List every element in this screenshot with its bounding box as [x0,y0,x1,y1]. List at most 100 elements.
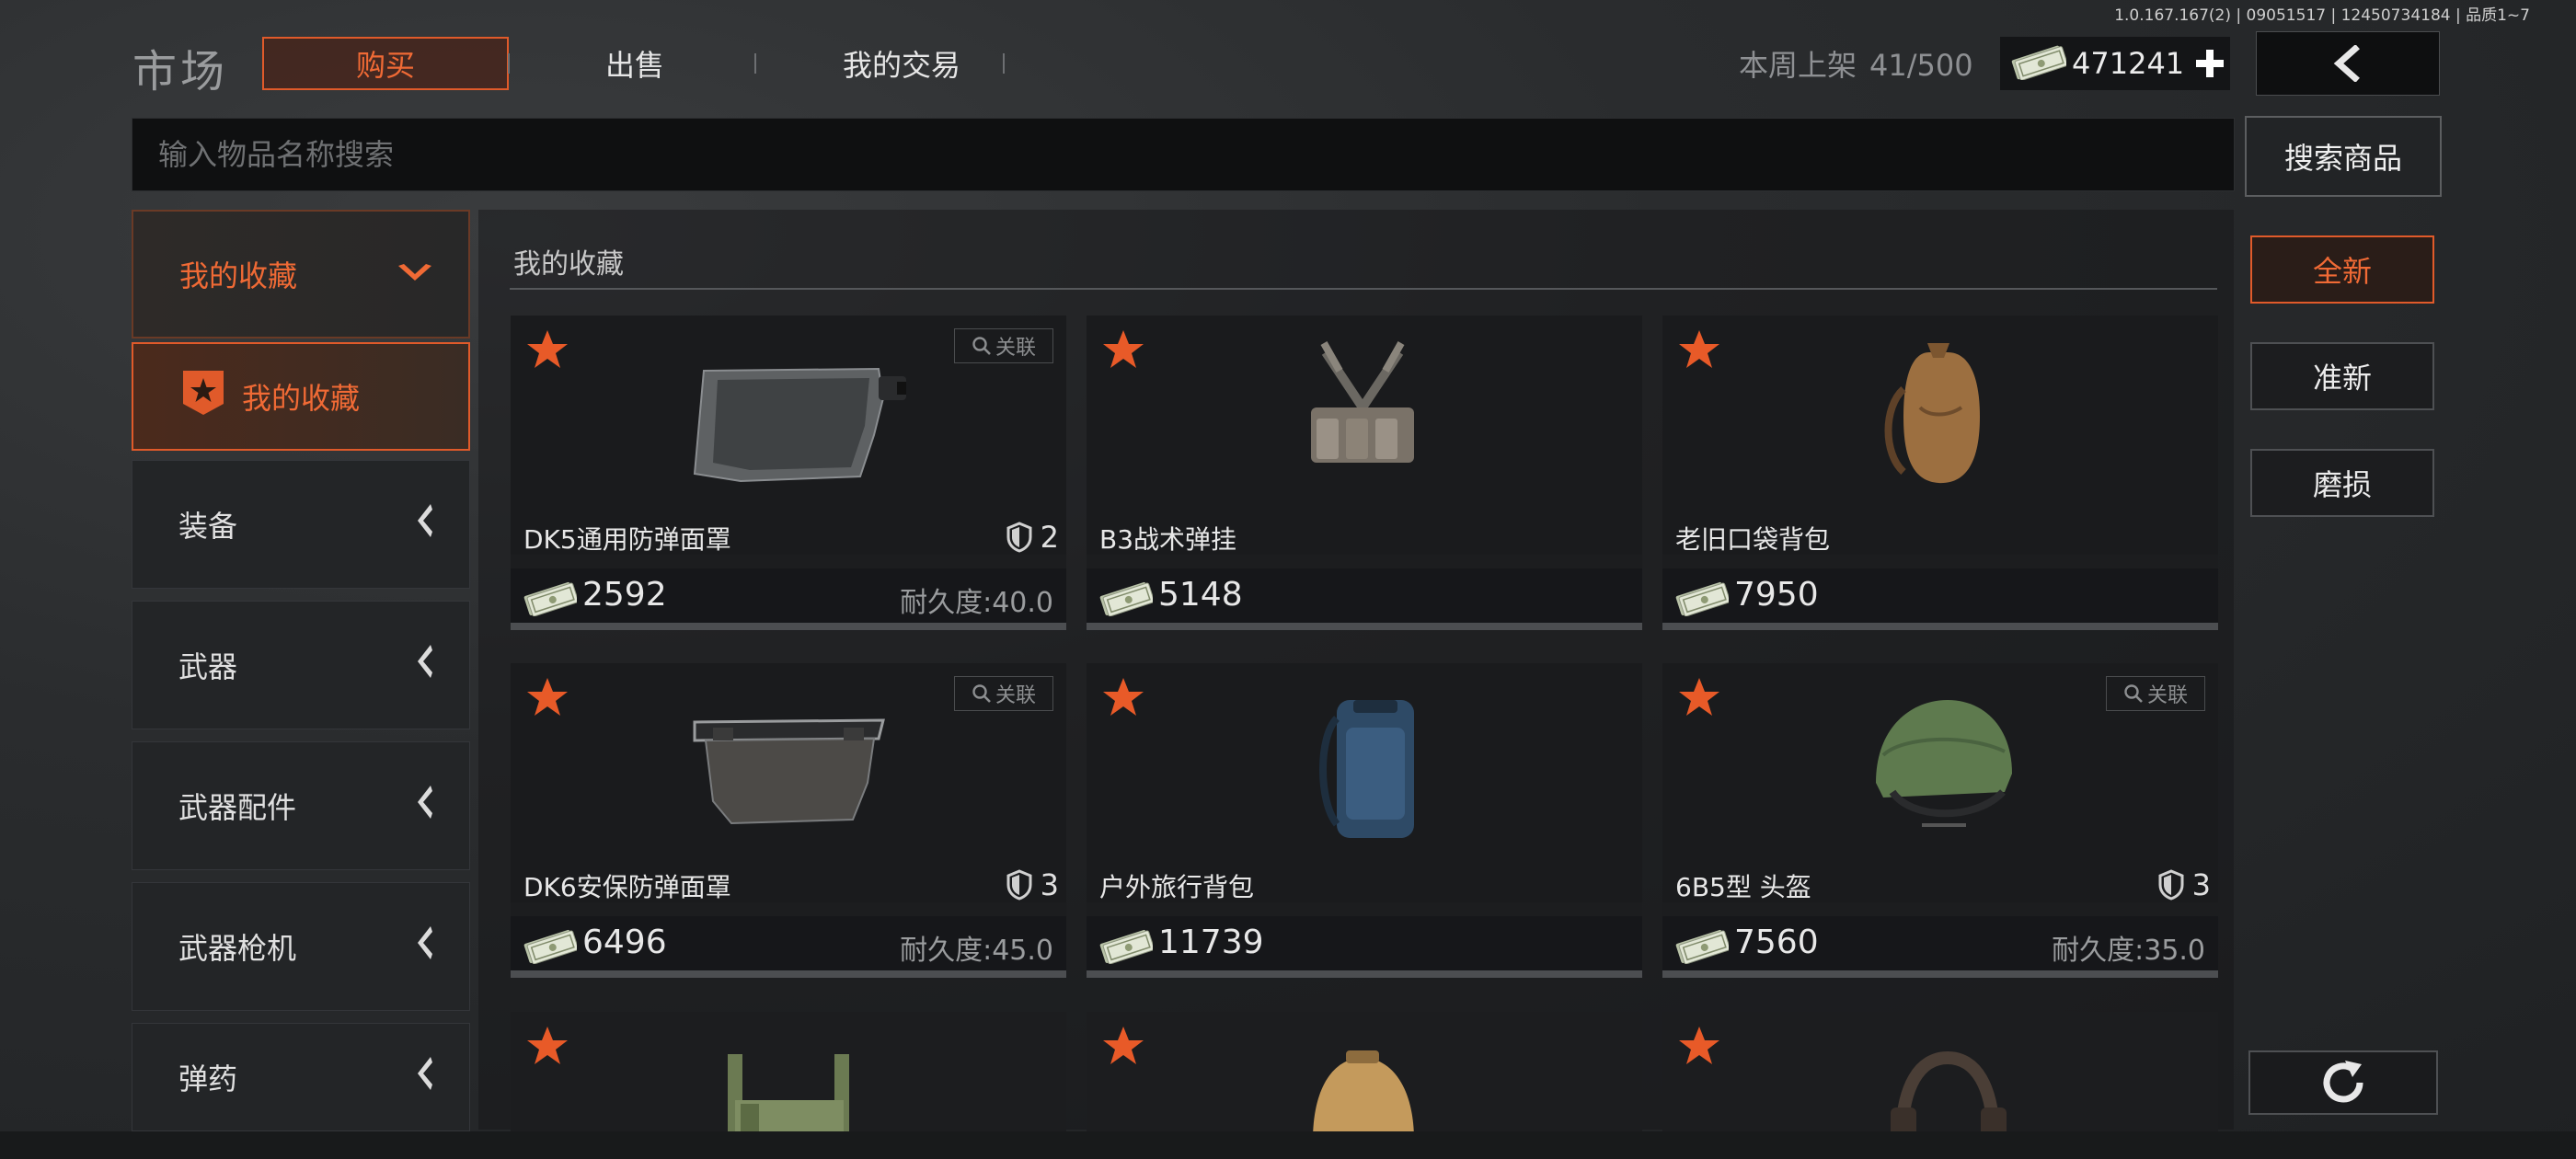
cash-icon [1098,580,1155,620]
chevron-left-icon [414,1055,434,1099]
related-button[interactable]: 关联 [954,328,1053,363]
tab-my-trades[interactable]: 我的交易 [773,37,1030,90]
item-price: 6496 [582,924,667,961]
sidebar-item-ammo[interactable]: 弹药 [132,1023,470,1131]
cash-icon [2009,43,2068,84]
related-label: 关联 [995,337,1036,360]
item-price: 11739 [1158,924,1264,961]
item-card[interactable]: 户外旅行背包 11739 [1087,663,1642,978]
item-name: B3战术弹挂 [1099,524,1237,555]
chevron-left-icon [414,502,434,546]
sidebar-category-favorites[interactable]: 我的收藏 [132,210,470,339]
section-title: 我的收藏 [513,248,624,281]
item-card[interactable] [1662,1012,2218,1131]
armor-class: 3 [1006,867,1059,902]
tab-divider [1003,53,1005,74]
sidebar-item-label: 弹药 [178,1061,238,1096]
item-price: 7560 [1734,924,1819,961]
headset-icon [1891,1050,2007,1131]
card-bottom-bar [1087,623,1642,630]
sidebar-item-my-favorites[interactable]: 我的收藏 [132,342,470,451]
filter-worn[interactable]: 磨损 [2250,449,2434,517]
related-button[interactable]: 关联 [954,676,1053,711]
durability: 耐久度:35.0 [2052,927,2205,968]
item-price: 7950 [1734,576,1819,614]
tab-divider [508,53,510,74]
durability-label: 耐久度: [900,935,993,967]
favorite-star-icon[interactable] [1101,676,1145,722]
related-label: 关联 [2146,684,2188,707]
sidebar-item-label: 武器 [178,649,238,684]
chest-rig-icon [1311,341,1414,463]
back-chevron-icon [2333,45,2360,82]
armor-value: 3 [2191,867,2211,902]
sidebar-item-weapon-actions[interactable]: 武器枪机 [132,882,470,1011]
favorite-star-icon[interactable] [1677,676,1721,722]
tab-sell[interactable]: 出售 [543,37,727,90]
travel-backpack-icon [1319,700,1414,838]
search-icon [972,337,991,355]
cash-icon [522,927,579,968]
armor-class: 2 [1006,520,1059,555]
camo-rig-icon [728,1054,849,1131]
durability: 耐久度:45.0 [900,927,1053,968]
page-title: 市场 [132,46,229,98]
item-card[interactable]: 关联 6B5型 头盔 3 7560 耐久度:35.0 [1662,663,2218,978]
search-input[interactable] [132,118,2235,191]
durability-value: 35.0 [2144,935,2205,967]
durability-label: 耐久度: [2052,935,2145,967]
sidebar-item-equipment[interactable]: 装备 [132,460,470,589]
sidebar-item-label: 武器枪机 [178,931,297,966]
add-money-button[interactable] [2190,40,2230,86]
related-button[interactable]: 关联 [2106,676,2205,711]
cash-icon [1673,927,1731,968]
favorite-star-icon[interactable] [525,328,569,374]
item-name: 老旧口袋背包 [1675,524,1831,555]
price-row: 6496 耐久度:45.0 [511,916,1066,971]
search-button[interactable]: 搜索商品 [2245,116,2442,197]
chevron-left-icon [414,924,434,969]
weekly-listing-counter: 本周上架 41/500 [1739,42,1973,85]
section-divider [510,288,2217,290]
price-row: 7950 [1662,568,2218,624]
back-button[interactable] [2256,31,2440,96]
item-name: DK5通用防弹面罩 [523,524,731,555]
favorite-star-icon[interactable] [525,676,569,722]
armor-class: 3 [2157,867,2211,902]
item-image [1662,316,2218,555]
sidebar-item-weapons[interactable]: 武器 [132,601,470,729]
chevron-left-icon [414,643,434,687]
price-row: 7560 耐久度:35.0 [1662,916,2218,971]
card-bottom-bar [1087,970,1642,978]
item-price: 2592 [582,576,667,614]
item-card[interactable]: 关联 DK5通用防弹面罩 2 2592 耐久度:40.0 [511,316,1066,630]
favorite-star-icon[interactable] [1101,328,1145,374]
chevron-left-icon [414,784,434,828]
filter-like-new[interactable]: 准新 [2250,342,2434,410]
item-name: DK6安保防弹面罩 [523,872,731,902]
item-card[interactable] [1087,1012,1642,1131]
money-amount: 471241 [2072,46,2185,81]
item-card[interactable]: 老旧口袋背包 7950 [1662,316,2218,630]
card-bottom-bar [1662,623,2218,630]
sidebar-item-weapon-attachments[interactable]: 武器配件 [132,741,470,870]
item-card[interactable] [511,1012,1066,1131]
search-icon [2124,684,2143,703]
cash-icon [522,580,579,620]
durability-value: 45.0 [992,935,1053,967]
shield-icon [1006,869,1032,901]
refresh-button[interactable] [2248,1050,2438,1115]
card-bottom-bar [511,623,1066,630]
item-card[interactable]: B3战术弹挂 5148 [1087,316,1642,630]
card-bottom-bar [1662,970,2218,978]
tab-buy[interactable]: 购买 [262,37,509,90]
filter-new[interactable]: 全新 [2250,235,2434,304]
cash-icon [1098,927,1155,968]
weekly-label: 本周上架 [1739,48,1857,83]
favorite-badge-icon [179,367,227,426]
sidebar-header-label: 我的收藏 [179,258,298,293]
favorite-star-icon[interactable] [1677,328,1721,374]
sidebar-item-label: 装备 [178,509,238,544]
shield-icon [2158,869,2184,901]
item-card[interactable]: 关联 DK6安保防弹面罩 3 6496 耐久度:45.0 [511,663,1066,978]
